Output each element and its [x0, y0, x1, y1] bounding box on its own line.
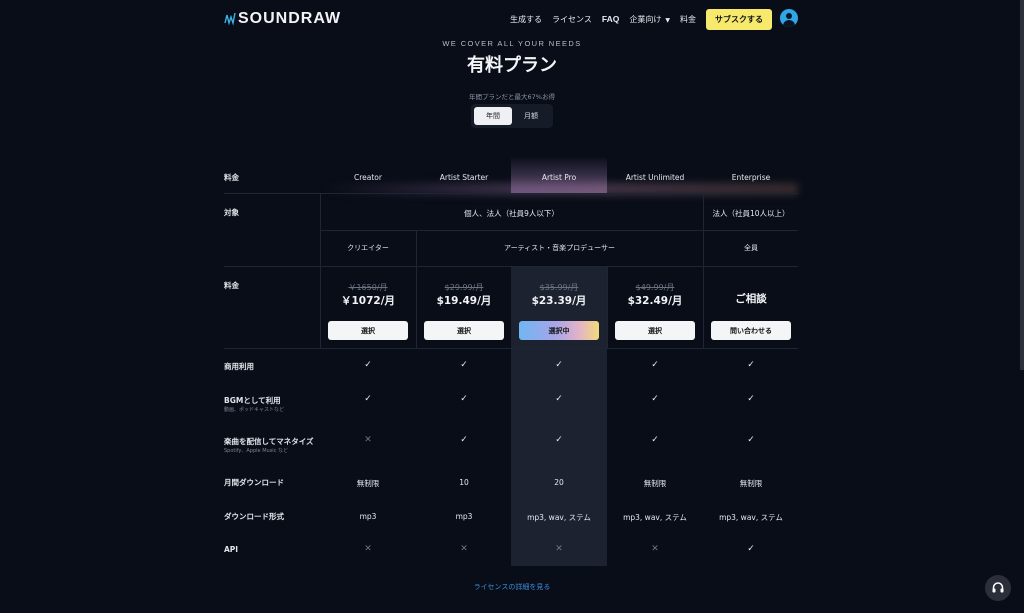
target-individual: 個人、法人（社員9人以下）: [464, 209, 559, 218]
pro-old-price: $35.99/月: [539, 283, 579, 292]
target-all: 全員: [744, 244, 758, 252]
check-icon-bgm-enterprise: ✓: [747, 394, 755, 404]
check-icon-distribute-pro: ✓: [555, 435, 563, 445]
downloads-unlimited: 無制限: [643, 479, 667, 488]
select-unlimited-button[interactable]: 選択: [615, 321, 695, 340]
nav-pricing[interactable]: 料金: [680, 14, 696, 25]
top-nav: 生成する ライセンス FAQ 企業向け ▼ 料金 サブスクする: [510, 8, 772, 30]
plan-header-artist-pro: Artist Pro: [541, 173, 577, 182]
check-icon-distribute-enterprise: ✓: [747, 435, 755, 445]
row-label-format: ダウンロード形式: [224, 512, 284, 521]
row-sub-bgm: 動画、ポッドキャストなど: [224, 407, 285, 413]
check-icon-commercial-unlimited: ✓: [651, 360, 659, 370]
target-creator: クリエイター: [347, 244, 389, 252]
plan-header-artist-starter: Artist Starter: [439, 173, 489, 182]
unlimited-old-price: $49.99/月: [635, 283, 675, 292]
divider: [224, 348, 798, 349]
plan-header-creator: Creator: [354, 173, 382, 182]
format-pro: mp3, wav, ステム: [527, 513, 591, 522]
creator-old-price: ￥1650/月: [348, 283, 388, 292]
check-icon-bgm-pro: ✓: [555, 394, 563, 404]
user-avatar-icon[interactable]: [780, 9, 798, 27]
billing-toggle: 年間 月額: [471, 104, 553, 128]
support-button[interactable]: [985, 575, 1011, 601]
cross-icon-distribute-creator: ✕: [364, 435, 372, 445]
unlimited-price: $32.49/月: [627, 295, 683, 307]
license-details-link[interactable]: ライセンスの詳細を見る: [0, 582, 1024, 592]
divider: [224, 266, 798, 267]
target-corporate: 法人（社員10人以上）: [712, 209, 790, 218]
starter-old-price: $29.99/月: [444, 283, 484, 292]
row-label-target: 対象: [224, 208, 239, 217]
select-creator-button[interactable]: 選択: [328, 321, 408, 340]
logo-mark-icon: [224, 12, 236, 26]
divider: [320, 230, 798, 231]
brand-logo[interactable]: SOUNDRAW: [224, 10, 341, 28]
selected-pro-button[interactable]: 選択中: [519, 321, 599, 340]
format-unlimited: mp3, wav, ステム: [623, 513, 687, 522]
row-label-api: API: [224, 545, 239, 554]
downloads-enterprise: 無制限: [739, 479, 763, 488]
cross-icon-api-unlimited: ✕: [651, 544, 659, 554]
contact-enterprise-button[interactable]: 問い合わせる: [711, 321, 791, 340]
annual-discount-note: 年間プランだと最大67%お得: [469, 93, 555, 101]
cross-icon-api-starter: ✕: [460, 544, 468, 554]
format-enterprise: mp3, wav, ステム: [719, 513, 783, 522]
row-label-price-header: 料金: [224, 173, 239, 182]
pro-price: $23.39/月: [531, 295, 587, 307]
format-starter: mp3: [455, 512, 473, 521]
check-icon-bgm-unlimited: ✓: [651, 394, 659, 404]
headset-icon: [992, 582, 1004, 593]
row-label-distribute: 楽曲を配信してマネタイズ: [224, 437, 314, 446]
plan-header-enterprise: Enterprise: [731, 173, 771, 182]
check-icon-distribute-starter: ✓: [460, 435, 468, 445]
divider: [703, 193, 704, 266]
scrollbar[interactable]: [1020, 0, 1024, 370]
subscribe-button[interactable]: サブスクする: [706, 8, 772, 30]
check-icon-bgm-creator: ✓: [364, 394, 372, 404]
nav-enterprise[interactable]: 企業向け ▼: [629, 14, 670, 25]
nav-faq[interactable]: FAQ: [602, 14, 619, 24]
check-icon-commercial-pro: ✓: [555, 360, 563, 370]
downloads-creator: 無制限: [356, 479, 380, 488]
check-icon-commercial-creator: ✓: [364, 360, 372, 370]
row-label-bgm: BGMとして利用: [224, 396, 281, 405]
check-icon-commercial-starter: ✓: [460, 360, 468, 370]
starter-price: $19.49/月: [436, 295, 492, 307]
target-artist: アーティスト・音楽プロデューサー: [503, 244, 616, 252]
enterprise-price: ご相談: [735, 293, 767, 305]
brand-name: SOUNDRAW: [238, 10, 342, 27]
check-icon-api-enterprise: ✓: [747, 544, 755, 554]
cross-icon-api-pro: ✕: [555, 544, 563, 554]
check-icon-bgm-starter: ✓: [460, 394, 468, 404]
row-label-downloads: 月間ダウンロード: [224, 478, 284, 487]
chevron-down-icon: ▼: [665, 16, 670, 24]
check-icon-distribute-unlimited: ✓: [651, 435, 659, 445]
divider: [320, 193, 321, 266]
creator-price: ￥1072/月: [340, 295, 396, 307]
cross-icon-api-creator: ✕: [364, 544, 372, 554]
select-starter-button[interactable]: 選択: [424, 321, 504, 340]
plan-header-artist-unlimited: Artist Unlimited: [625, 173, 685, 182]
row-label-commercial: 商用利用: [224, 362, 254, 371]
row-label-price: 料金: [224, 281, 239, 290]
divider: [224, 193, 798, 194]
nav-license[interactable]: ライセンス: [552, 14, 592, 25]
downloads-starter: 10: [459, 478, 469, 487]
row-sub-distribute: Spotify、Apple Music など: [224, 448, 289, 454]
section-kicker: WE COVER ALL YOUR NEEDS: [442, 39, 582, 48]
check-icon-commercial-enterprise: ✓: [747, 360, 755, 370]
toggle-annual[interactable]: 年間: [474, 107, 512, 125]
divider: [703, 266, 704, 348]
toggle-monthly[interactable]: 月額: [512, 107, 550, 125]
page-title: 有料プラン: [467, 55, 557, 76]
downloads-pro: 20: [554, 478, 564, 487]
format-creator: mp3: [359, 512, 377, 521]
nav-generate[interactable]: 生成する: [510, 14, 542, 25]
